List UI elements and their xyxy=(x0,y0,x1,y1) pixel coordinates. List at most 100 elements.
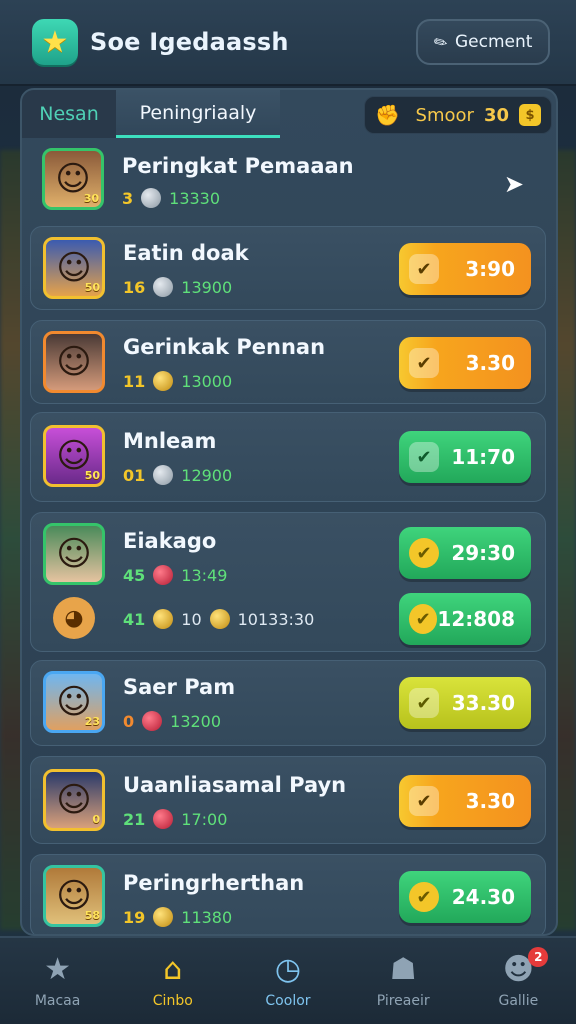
home-icon: ⌂ xyxy=(163,952,183,987)
player-name: Peringrherthan xyxy=(123,871,305,895)
leaderboard-row[interactable]: ☺ 58 Peringrherthan 19 11380 ✔ 24.30 xyxy=(30,854,546,934)
leaderboard-row[interactable]: ☺ 23 Saer Pam 0 13200 ✔ 33.30 xyxy=(30,660,546,746)
leaderboard-row[interactable]: ☺ 50 Mnleam 01 12900 ✔ 11:70 xyxy=(30,412,546,502)
player-avatar: ☺ xyxy=(43,331,105,393)
gold-coin-icon xyxy=(209,609,230,629)
reward-button[interactable]: ✔ 3:90 xyxy=(399,243,531,295)
reward-button[interactable]: ✔ 11:70 xyxy=(399,431,531,483)
player-avatar: ☺ 0 xyxy=(43,769,105,831)
player-points: 17:00 xyxy=(181,809,228,829)
cursor-icon: ➤ xyxy=(503,170,524,198)
header-action-button[interactable]: ✎ Gecment xyxy=(416,19,550,65)
player-name: Eiakago xyxy=(123,529,217,553)
score-chip[interactable]: ✊ Smoor 30 $ xyxy=(364,96,552,134)
reward-button[interactable]: ✔ 3.30 xyxy=(399,337,531,389)
player-subcount: 10 xyxy=(181,609,202,629)
nav-item-macaa[interactable]: ★ Macaa xyxy=(6,952,110,1010)
leaderboard-row[interactable]: ☺ Eiakago 45 13:49 ✔ 29:30 ◕ 41 10 10133… xyxy=(30,512,546,652)
tab-bar: Nesan Peningriaaly xyxy=(22,90,280,138)
player-avatar: ☺ 23 xyxy=(43,671,105,733)
reward-button[interactable]: ✔ 3.30 xyxy=(399,775,531,827)
player-level: 21 xyxy=(123,809,146,829)
leaderboard-row[interactable]: ☺ 30 Peringkat Pemaaan 3 13330 ➤ xyxy=(30,140,546,222)
player-name: Saer Pam xyxy=(123,675,236,699)
leaderboard-row[interactable]: ☺ 0 Uaanliasamal Payn 21 17:00 ✔ 3.30 xyxy=(30,756,546,844)
check-icon: ✔ xyxy=(409,254,439,284)
score-value: 30 xyxy=(483,104,509,126)
player-name: Peringkat Pemaaan xyxy=(122,154,354,178)
player-level: 11 xyxy=(123,371,146,391)
player-points: 13000 xyxy=(181,371,233,391)
check-icon: ✔ xyxy=(409,882,439,912)
nav-item-coolor[interactable]: ◷ Coolor xyxy=(236,952,340,1010)
player-level: 19 xyxy=(123,907,146,927)
player-stats: 11 13000 xyxy=(123,371,232,391)
coin-icon: $ xyxy=(519,104,541,126)
tab-nesan[interactable]: Nesan xyxy=(22,90,116,138)
player-points: 13200 xyxy=(170,711,222,731)
score-label: Smoor xyxy=(415,104,474,126)
player-level: 3 xyxy=(122,188,134,208)
top-header: ★ Soe Igedaassh ✎ Gecment xyxy=(0,0,576,86)
check-icon: ✔ xyxy=(409,688,439,718)
player-stats: 21 17:00 xyxy=(123,809,227,829)
player-points: 13330 xyxy=(169,188,221,208)
player-avatar: ☺ xyxy=(43,523,105,585)
star-icon: ★ xyxy=(44,952,72,987)
gold-coin-icon xyxy=(153,907,174,927)
player-name: Gerinkak Pennan xyxy=(123,335,326,359)
reward-button[interactable]: ✔ 29:30 xyxy=(399,527,531,579)
player-points: 13:49 xyxy=(181,565,228,585)
player-level: 16 xyxy=(123,277,146,297)
leaderboard-panel: Nesan Peningriaaly ✊ Smoor 30 $ ☺ 30 Peri… xyxy=(20,88,558,936)
fox-pet-icon: ◕ xyxy=(53,597,95,639)
player-stats: 19 11380 xyxy=(123,907,232,927)
player-avatar: ☺ 30 xyxy=(42,148,104,210)
player-stats: 3 13330 xyxy=(122,188,220,208)
check-icon: ✔ xyxy=(409,348,439,378)
check-icon: ✔ xyxy=(409,604,438,634)
player-level: 01 xyxy=(123,465,146,485)
nav-item-pireaeir[interactable]: ☗ Pireaeir xyxy=(351,952,455,1010)
star-icon: ★ xyxy=(32,19,78,65)
check-icon: ✔ xyxy=(409,538,439,568)
player-level: 45 xyxy=(123,565,146,585)
pencil-icon: ✎ xyxy=(429,30,451,54)
player-points: 12900 xyxy=(181,465,233,485)
player-avatar: ☺ 50 xyxy=(43,425,105,487)
player-stats: 01 12900 xyxy=(123,465,232,485)
player-name: Uaanliasamal Payn xyxy=(123,773,347,797)
clock-icon: ◷ xyxy=(274,952,302,987)
player-name: Mnleam xyxy=(123,429,217,453)
gem-icon xyxy=(142,711,163,731)
reward-button[interactable]: ✔ 24.30 xyxy=(399,871,531,923)
leaderboard-row[interactable]: ☺ Gerinkak Pennan 11 13000 ✔ 3.30 xyxy=(30,320,546,404)
player-level: 0 xyxy=(123,711,135,731)
player-name: Eatin doak xyxy=(123,241,249,265)
app-title: Soe Igedaassh xyxy=(90,28,289,56)
nav-item-cinbo[interactable]: ⌂ Cinbo xyxy=(121,952,225,1010)
gem-icon xyxy=(153,277,174,297)
player-points: 11380 xyxy=(181,907,233,927)
group-icon: ☗ xyxy=(389,952,417,987)
gem-icon xyxy=(153,565,174,585)
player-subpoints: 10133:30 xyxy=(237,609,315,629)
coin-bag-icon: ✊ xyxy=(375,103,400,127)
player-stats: 45 13:49 xyxy=(123,565,227,585)
gem-icon xyxy=(153,809,174,829)
secondary-reward-button[interactable]: ✔ 12:808 xyxy=(399,593,531,645)
nav-item-gallie[interactable]: ☻ 2 Gallie xyxy=(466,947,570,1009)
reward-button[interactable]: ✔ 33.30 xyxy=(399,677,531,729)
feather-icon xyxy=(153,609,174,629)
leaderboard-row[interactable]: ☺ 50 Eatin doak 16 13900 ✔ 3:90 xyxy=(30,226,546,310)
header-button-label: Gecment xyxy=(454,32,533,52)
tab-peningriaaly[interactable]: Peningriaaly xyxy=(116,90,280,138)
notification-badge: 2 xyxy=(528,947,549,967)
check-icon: ✔ xyxy=(409,786,439,816)
bottom-nav: ★ Macaa ⌂ Cinbo ◷ Coolor ☗ Pireaeir ☻ 2 … xyxy=(0,936,576,1024)
player-stats: 16 13900 xyxy=(123,277,232,297)
player-stats: 0 13200 xyxy=(123,711,221,731)
gem-icon xyxy=(153,465,174,485)
player-avatar: ☺ 50 xyxy=(43,237,105,299)
gold-coin-icon xyxy=(153,371,174,391)
